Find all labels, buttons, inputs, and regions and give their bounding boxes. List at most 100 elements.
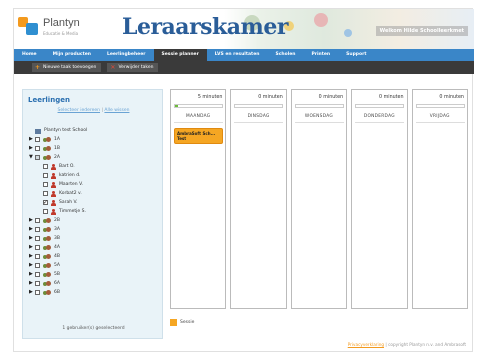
add-task-label: Nieuwe taak toevoegen bbox=[43, 65, 97, 70]
plantyn-logo[interactable]: Plantyn Educatie & Media bbox=[18, 15, 118, 43]
privacy-link[interactable]: Privacyverklaring bbox=[348, 342, 384, 347]
tree-checkbox[interactable] bbox=[35, 155, 40, 160]
tree-checkbox[interactable] bbox=[43, 198, 48, 207]
student-icon bbox=[51, 190, 56, 197]
tree-node-user[interactable]: Timmetje S. bbox=[29, 207, 159, 216]
nav-item-my-products[interactable]: Mijn producten bbox=[45, 49, 99, 61]
nav-item-student-management[interactable]: Leerlingbeheer bbox=[99, 49, 154, 61]
tree-checkbox[interactable] bbox=[43, 182, 48, 187]
divider bbox=[174, 122, 223, 123]
students-panel: Leerlingen Selecteer iedereen | Alle wis… bbox=[22, 89, 163, 339]
tree-checkbox[interactable] bbox=[35, 236, 40, 241]
tree-node-group[interactable]: ▶ 5A bbox=[29, 261, 159, 270]
add-task-button[interactable]: + Nieuwe taak toevoegen bbox=[32, 63, 102, 72]
day-progress-fill bbox=[175, 105, 178, 107]
day-progress-bar bbox=[294, 104, 344, 108]
copyright-text: copyright Plantyn n.v. and Ambrasoft bbox=[388, 342, 466, 347]
selection-links: Selecteer iedereen | Alle wissen bbox=[23, 108, 164, 113]
tree-checkbox[interactable] bbox=[35, 263, 40, 268]
tree-node-user[interactable]: Korbat2 v. bbox=[29, 189, 159, 198]
day-column-woensdag[interactable]: 0 minuten WOENSDAG bbox=[290, 89, 348, 309]
select-none-link[interactable]: Alle wissen bbox=[104, 108, 129, 113]
day-name: WOENSDAG bbox=[304, 114, 334, 119]
tree-node-group[interactable]: ▶ 6A bbox=[29, 279, 159, 288]
school-icon bbox=[35, 128, 41, 134]
student-icon bbox=[51, 172, 56, 179]
tree-checkbox[interactable] bbox=[43, 173, 48, 178]
student-icon bbox=[51, 163, 56, 170]
delete-tasks-label: Verwijder taken bbox=[118, 65, 154, 70]
tree-node-label: 1B bbox=[54, 146, 60, 151]
delete-tasks-button[interactable]: ✕ Verwijder taken bbox=[107, 63, 159, 72]
tree-checkbox[interactable] bbox=[43, 191, 48, 196]
tree-node-label: Maarten V. bbox=[59, 182, 83, 187]
footer-separator: | bbox=[385, 342, 387, 347]
day-name: DONDERDAG bbox=[363, 114, 395, 119]
nav-item-session-planner[interactable]: Sessie planner bbox=[153, 49, 207, 61]
class-group-icon bbox=[43, 217, 51, 224]
tree-checkbox[interactable] bbox=[35, 218, 40, 223]
tree-node-user[interactable]: Bart O. bbox=[29, 162, 159, 171]
class-group-icon bbox=[43, 253, 51, 260]
tree-node-user[interactable]: Sarah V. bbox=[29, 198, 159, 207]
tree-checkbox[interactable] bbox=[35, 272, 40, 277]
day-minutes: 0 minuten bbox=[258, 95, 283, 100]
day-progress-bar bbox=[415, 104, 465, 108]
tree-node-label: 3A bbox=[54, 227, 60, 232]
brand-title: Leraarskamer bbox=[122, 14, 288, 40]
class-group-icon bbox=[43, 244, 51, 251]
tree-node-group[interactable]: ▶ 6B bbox=[29, 288, 159, 297]
class-group-icon bbox=[43, 262, 51, 269]
tree-checkbox[interactable] bbox=[35, 254, 40, 259]
tree-checkbox[interactable] bbox=[43, 209, 48, 214]
class-group-icon bbox=[43, 271, 51, 278]
day-name: VRIJDAG bbox=[429, 114, 450, 119]
tree-node-group[interactable]: ▶ 5B bbox=[29, 270, 159, 279]
day-column-dinsdag[interactable]: 0 minuten DINSDAG bbox=[230, 89, 287, 309]
tree-node-label: Sarah V. bbox=[59, 200, 78, 205]
logo-subtitle: Educatie & Media bbox=[43, 31, 79, 36]
tree-node-group[interactable]: ▶ 3B bbox=[29, 234, 159, 243]
day-column-vrijdag[interactable]: 0 minuten VRIJDAG bbox=[411, 89, 468, 309]
main-nav: Home Mijn producten Leerlingbeheer Sessi… bbox=[14, 49, 474, 61]
tree-node-group[interactable]: ▶ 4B bbox=[29, 252, 159, 261]
tree-checkbox[interactable] bbox=[43, 164, 48, 169]
session-task-card[interactable]: AmbraSoft Sch... Test bbox=[174, 128, 223, 144]
tree-checkbox[interactable] bbox=[35, 137, 40, 142]
plus-icon: + bbox=[35, 64, 41, 71]
nav-item-support[interactable]: Support bbox=[338, 49, 374, 61]
tree-node-group[interactable]: ▶ 3A bbox=[29, 225, 159, 234]
plantyn-logo-icon bbox=[18, 17, 38, 37]
nav-item-print[interactable]: Printen bbox=[303, 49, 338, 61]
tree-node-label: Plantyn test School bbox=[44, 128, 88, 133]
tree-node-school[interactable]: Plantyn test School bbox=[29, 126, 159, 135]
tree-node-group[interactable]: ▶ 1B bbox=[29, 144, 159, 153]
action-bar: + Nieuwe taak toevoegen ✕ Verwijder take… bbox=[14, 61, 474, 74]
tree-node-group[interactable]: ▼ 2A bbox=[29, 153, 159, 162]
tree-node-label: 5B bbox=[54, 272, 60, 277]
divider bbox=[234, 122, 284, 123]
logo-text: Plantyn bbox=[43, 17, 80, 29]
tree-node-group[interactable]: ▶ 4A bbox=[29, 243, 159, 252]
day-column-maandag[interactable]: 5 minuten MAANDAG AmbraSoft Sch... Test bbox=[170, 89, 227, 309]
student-icon bbox=[51, 199, 56, 206]
tree-checkbox[interactable] bbox=[35, 245, 40, 250]
day-progress-bar bbox=[174, 104, 223, 108]
select-all-link[interactable]: Selecteer iedereen bbox=[58, 108, 100, 113]
tree-checkbox[interactable] bbox=[35, 290, 40, 295]
tree-node-user[interactable]: Maarten V. bbox=[29, 180, 159, 189]
tree-checkbox[interactable] bbox=[35, 227, 40, 232]
day-column-donderdag[interactable]: 0 minuten DONDERDAG bbox=[351, 89, 408, 309]
nav-item-schools[interactable]: Scholen bbox=[267, 49, 303, 61]
day-name: MAANDAG bbox=[185, 114, 211, 119]
tree-node-group[interactable]: ▶ 1A bbox=[29, 135, 159, 144]
nav-item-results[interactable]: LVS en resultaten bbox=[207, 49, 268, 61]
tree-node-group[interactable]: ▶ 2B bbox=[29, 216, 159, 225]
nav-item-home[interactable]: Home bbox=[14, 49, 45, 61]
tree-checkbox[interactable] bbox=[35, 146, 40, 151]
class-group-icon bbox=[43, 289, 51, 296]
tree-checkbox[interactable] bbox=[35, 281, 40, 286]
tree-node-user[interactable]: katrien d. bbox=[29, 171, 159, 180]
legend-label: Sessie bbox=[180, 320, 195, 325]
day-minutes: 0 minuten bbox=[379, 95, 404, 100]
